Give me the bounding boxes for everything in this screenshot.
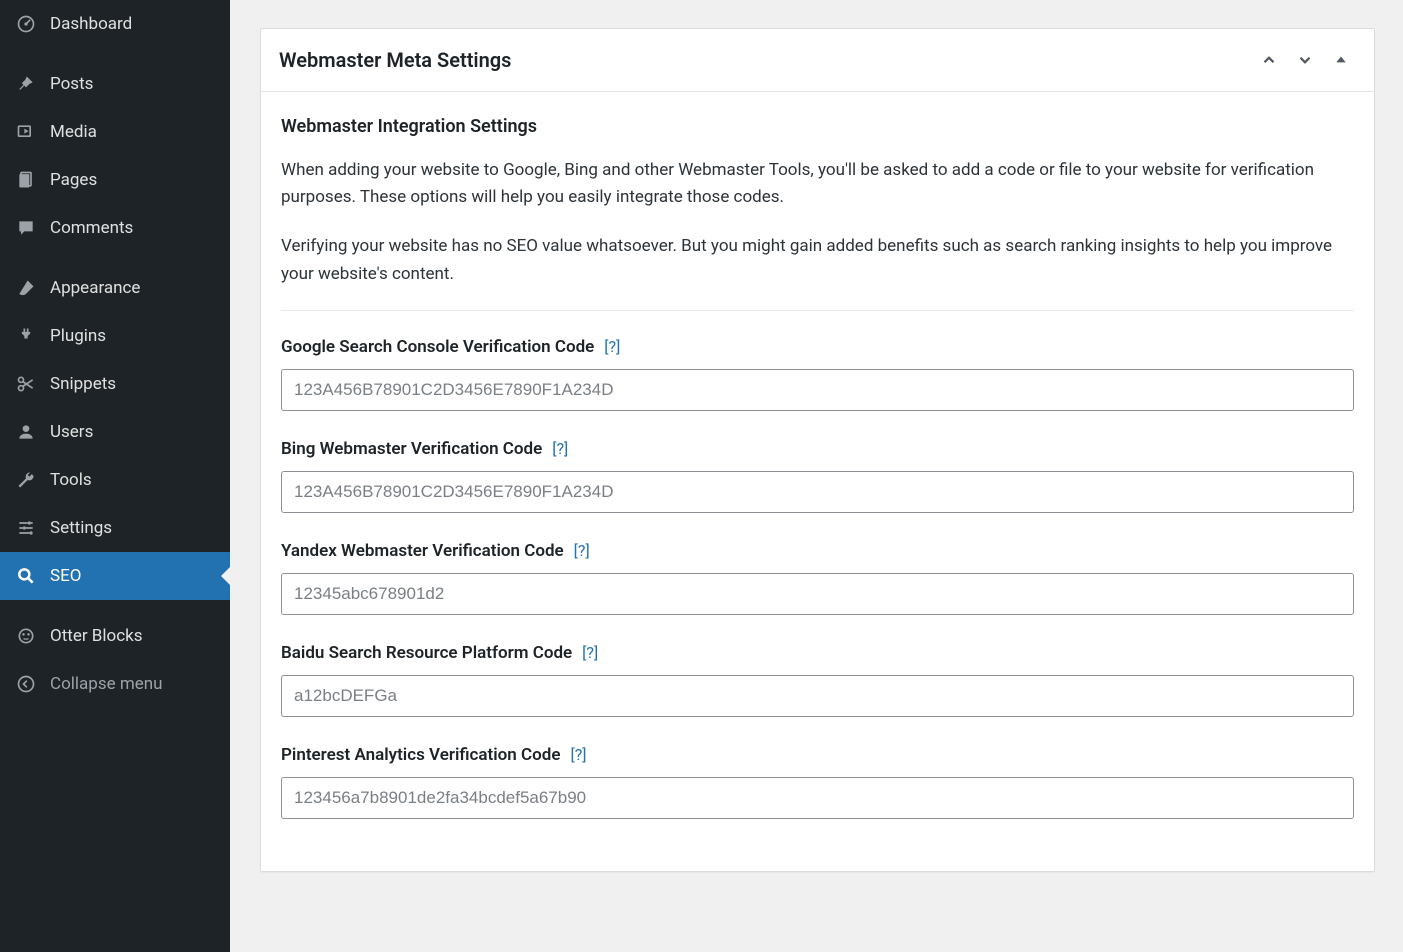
sidebar-item-label: Users <box>50 422 93 442</box>
field-label-pinterest: Pinterest Analytics Verification Code <box>281 745 560 765</box>
sidebar-item-label: Snippets <box>50 374 116 394</box>
panel-move-up-button[interactable] <box>1254 45 1284 75</box>
description-2: Verifying your website has no SEO value … <box>281 233 1354 287</box>
wrench-icon <box>12 470 40 490</box>
sidebar-item-label: Tools <box>50 470 92 490</box>
field-baidu: Baidu Search Resource Platform Code [?] <box>281 643 1354 717</box>
sidebar-item-pages[interactable]: Pages <box>0 156 230 204</box>
sidebar-item-plugins[interactable]: Plugins <box>0 312 230 360</box>
sidebar-item-label: Posts <box>50 74 93 94</box>
sidebar-item-label: Collapse menu <box>50 674 163 694</box>
panel-title: Webmaster Meta Settings <box>279 48 1248 72</box>
field-label-bing: Bing Webmaster Verification Code <box>281 439 542 459</box>
help-link-bing[interactable]: [?] <box>552 439 568 458</box>
sidebar-item-label: Otter Blocks <box>50 626 143 646</box>
sidebar-item-posts[interactable]: Posts <box>0 60 230 108</box>
webmaster-meta-panel: Webmaster Meta Settings Webmaster Integr… <box>260 28 1375 872</box>
sidebar-item-appearance[interactable]: Appearance <box>0 264 230 312</box>
yandex-verification-input[interactable] <box>281 573 1354 615</box>
field-google: Google Search Console Verification Code … <box>281 337 1354 411</box>
help-link-yandex[interactable]: [?] <box>574 541 590 560</box>
pinterest-verification-input[interactable] <box>281 777 1354 819</box>
pin-icon <box>12 74 40 94</box>
field-label-google: Google Search Console Verification Code <box>281 337 594 357</box>
field-pinterest: Pinterest Analytics Verification Code [?… <box>281 745 1354 819</box>
sidebar-item-dashboard[interactable]: Dashboard <box>0 0 230 48</box>
help-link-baidu[interactable]: [?] <box>582 643 598 662</box>
sidebar-item-tools[interactable]: Tools <box>0 456 230 504</box>
sidebar-item-users[interactable]: Users <box>0 408 230 456</box>
sidebar-item-label: Media <box>50 122 97 142</box>
user-icon <box>12 422 40 442</box>
google-verification-input[interactable] <box>281 369 1354 411</box>
field-label-baidu: Baidu Search Resource Platform Code <box>281 643 572 663</box>
sidebar-item-comments[interactable]: Comments <box>0 204 230 252</box>
bing-verification-input[interactable] <box>281 471 1354 513</box>
sidebar-item-seo[interactable]: SEO <box>0 552 230 600</box>
sidebar-item-label: Comments <box>50 218 133 238</box>
sidebar-item-snippets[interactable]: Snippets <box>0 360 230 408</box>
help-link-google[interactable]: [?] <box>604 337 620 356</box>
section-title: Webmaster Integration Settings <box>281 116 1354 137</box>
sidebar-item-otter[interactable]: Otter Blocks <box>0 612 230 660</box>
sidebar-item-media[interactable]: Media <box>0 108 230 156</box>
otter-icon <box>12 626 40 646</box>
comments-icon <box>12 218 40 238</box>
help-link-pinterest[interactable]: [?] <box>570 745 586 764</box>
brush-icon <box>12 278 40 298</box>
sidebar-item-label: Appearance <box>50 278 140 298</box>
dashboard-icon <box>12 14 40 34</box>
sliders-icon <box>12 518 40 538</box>
sidebar-item-label: SEO <box>50 566 81 586</box>
panel-body: Webmaster Integration Settings When addi… <box>261 92 1374 871</box>
sidebar-item-label: Plugins <box>50 326 106 346</box>
panel-move-down-button[interactable] <box>1290 45 1320 75</box>
scissors-icon <box>12 374 40 394</box>
collapse-icon <box>12 674 40 694</box>
description-1: When adding your website to Google, Bing… <box>281 157 1354 211</box>
field-bing: Bing Webmaster Verification Code [?] <box>281 439 1354 513</box>
sidebar-item-settings[interactable]: Settings <box>0 504 230 552</box>
main-content: Webmaster Meta Settings Webmaster Integr… <box>230 0 1403 952</box>
divider <box>281 310 1354 311</box>
media-icon <box>12 122 40 142</box>
plug-icon <box>12 326 40 346</box>
field-label-yandex: Yandex Webmaster Verification Code <box>281 541 564 561</box>
panel-toggle-button[interactable] <box>1326 45 1356 75</box>
search-icon <box>12 566 40 586</box>
pages-icon <box>12 170 40 190</box>
sidebar-item-collapse[interactable]: Collapse menu <box>0 660 230 708</box>
sidebar-item-label: Dashboard <box>50 14 132 34</box>
field-yandex: Yandex Webmaster Verification Code [?] <box>281 541 1354 615</box>
sidebar-item-label: Settings <box>50 518 112 538</box>
baidu-verification-input[interactable] <box>281 675 1354 717</box>
admin-sidebar: Dashboard Posts Media Pages <box>0 0 230 952</box>
panel-header: Webmaster Meta Settings <box>261 29 1374 92</box>
sidebar-item-label: Pages <box>50 170 97 190</box>
